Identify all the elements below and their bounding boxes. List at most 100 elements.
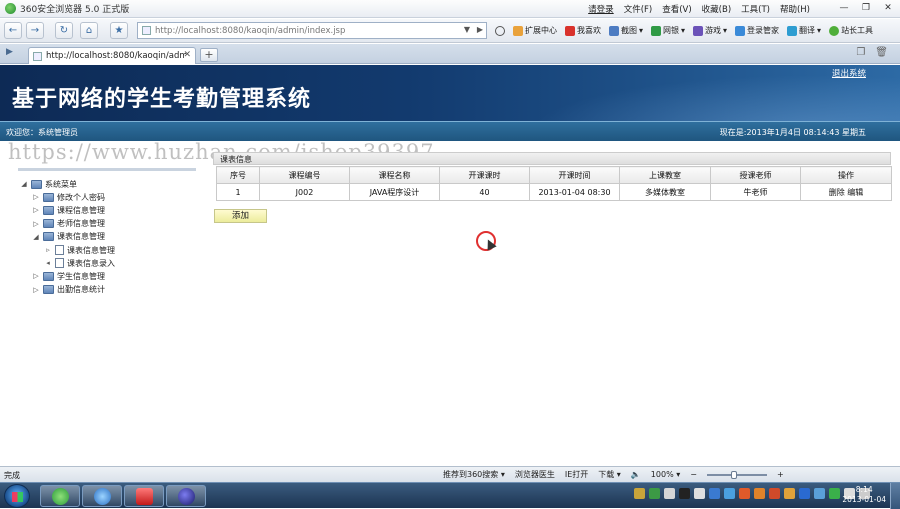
tray-icon[interactable]: [829, 488, 840, 499]
browser-doctor-button[interactable]: 浏览器医生: [515, 469, 555, 480]
download-button[interactable]: 下载 ▾: [598, 469, 621, 480]
speaker-icon[interactable]: 🔈: [631, 470, 641, 479]
column-header: 上课教室: [619, 166, 711, 184]
status-text: 完成: [4, 471, 20, 480]
taskbar-360-browser[interactable]: [40, 485, 80, 507]
minimize-icon[interactable]: —: [836, 2, 852, 14]
start-button[interactable]: [4, 484, 30, 508]
screenshot-button[interactable]: 截图 ▾: [609, 25, 643, 36]
column-header: 序号: [216, 166, 260, 184]
menu-tree-item[interactable]: ◢ 课表信息管理: [32, 231, 105, 243]
folder-icon: [43, 285, 54, 295]
menu-tree-item[interactable]: ▹ 课表信息管理: [44, 244, 115, 256]
tab-admin-index[interactable]: http://localhost:8080/kaoqin/adm... ✕: [28, 47, 196, 64]
status-tools: 推荐到360搜索 ▾ 浏览器医生 IE打开 下载 ▾ 🔈 100% ▾ − +: [443, 469, 784, 480]
like-button[interactable]: 我喜欢: [565, 25, 601, 36]
menu-view[interactable]: 查看(V): [662, 3, 691, 15]
forward-icon[interactable]: →: [26, 22, 44, 39]
translate-button[interactable]: 翻译 ▾: [787, 25, 821, 36]
extension-center-button[interactable]: 扩展中心: [513, 25, 557, 36]
address-bar[interactable]: ▼ ▶: [137, 22, 487, 39]
tree-toggle-icon[interactable]: ◢: [32, 233, 40, 241]
edit-link[interactable]: 编辑: [847, 188, 863, 197]
panel-header: 课表信息: [213, 152, 891, 165]
menu-tree-item[interactable]: ◢ 系统菜单: [20, 178, 77, 190]
logout-link[interactable]: 退出系统: [832, 67, 866, 79]
new-tab-button[interactable]: +: [200, 48, 218, 62]
taskbar-clock[interactable]: 8:14 2013-01-04: [842, 485, 886, 505]
show-desktop-button[interactable]: [890, 483, 900, 509]
tray-icon[interactable]: [799, 488, 810, 499]
tree-toggle-icon[interactable]: ◂: [44, 259, 52, 267]
restore-tab-icon[interactable]: ❐: [856, 47, 865, 58]
login-link[interactable]: 请登录: [588, 3, 614, 15]
tray-icon[interactable]: [649, 488, 660, 499]
panel-title: 课表信息: [220, 155, 252, 164]
tray-icon[interactable]: [784, 488, 795, 499]
column-header: 开课时间: [529, 166, 620, 184]
ebank-button[interactable]: 网银 ▾: [651, 25, 685, 36]
trash-icon[interactable]: 🗑: [875, 47, 888, 58]
recommend-search-button[interactable]: 推荐到360搜索 ▾: [443, 469, 505, 480]
login-manager-button[interactable]: 登录管家: [735, 25, 779, 36]
menu-file[interactable]: 文件(F): [624, 3, 653, 15]
restore-icon[interactable]: ❐: [858, 2, 874, 14]
shield-button[interactable]: [495, 25, 505, 36]
tray-icon[interactable]: [634, 488, 645, 499]
cell-course-code: J002: [259, 183, 350, 201]
info-bar: 欢迎您：系统管理员 现在是:2013年1月4日 08:14:43 星期五: [0, 121, 900, 141]
tray-icon[interactable]: [754, 488, 765, 499]
tray-icon[interactable]: [739, 488, 750, 499]
add-button[interactable]: 添加: [214, 209, 267, 223]
go-icon[interactable]: ▶: [477, 25, 483, 34]
menu-help[interactable]: 帮助(H): [780, 3, 810, 15]
table-header-row: 序号 课程编号 课程名称 开课课时 开课时间 上课教室 授课老师 操作: [216, 166, 892, 184]
page-header: 基于网络的学生考勤管理系统 退出系统: [0, 65, 900, 121]
clock-date: 2013-01-04: [842, 495, 886, 504]
home-icon[interactable]: ⌂: [80, 22, 98, 39]
tray-icon[interactable]: [724, 488, 735, 499]
zoom-in-icon[interactable]: +: [777, 470, 784, 479]
tray-icon[interactable]: [694, 488, 705, 499]
back-icon[interactable]: ←: [4, 22, 22, 39]
tree-toggle-icon[interactable]: ◢: [20, 180, 28, 188]
delete-link[interactable]: 删除: [829, 188, 845, 197]
zoom-level[interactable]: 100% ▾: [651, 470, 680, 479]
menu-tree-item[interactable]: ▷ 课程信息管理: [32, 204, 105, 216]
webmaster-tools-button[interactable]: 站长工具: [829, 25, 873, 36]
menu-tools[interactable]: 工具(T): [741, 3, 770, 15]
zoom-out-icon[interactable]: −: [690, 470, 697, 479]
menu-tree-item[interactable]: ▷ 学生信息管理: [32, 270, 105, 282]
menu-tree-item[interactable]: ▷ 修改个人密码: [32, 191, 105, 203]
open-in-ie-button[interactable]: IE打开: [565, 469, 588, 480]
taskbar-eclipse[interactable]: [166, 485, 206, 507]
tray-icon[interactable]: [679, 488, 690, 499]
close-window-icon[interactable]: ✕: [880, 2, 896, 14]
tray-icon[interactable]: [814, 488, 825, 499]
games-button[interactable]: 游戏 ▾: [693, 25, 727, 36]
menu-tree-item[interactable]: ◂ 课表信息录入: [44, 257, 115, 269]
address-dropdown-icon[interactable]: ▼: [464, 25, 470, 34]
address-input[interactable]: [155, 25, 455, 36]
menu-tree-item[interactable]: ▷ 出勤信息统计: [32, 284, 105, 296]
zoom-slider[interactable]: [706, 470, 767, 479]
taskbar-ie[interactable]: [82, 485, 122, 507]
tree-toggle-icon[interactable]: ▷: [32, 286, 40, 294]
refresh-icon[interactable]: ↻: [55, 22, 73, 39]
tree-toggle-icon[interactable]: ▹: [44, 246, 52, 254]
tree-toggle-icon[interactable]: ▷: [32, 272, 40, 280]
tree-toggle-icon[interactable]: ▷: [32, 206, 40, 214]
favorite-star-icon[interactable]: ★: [110, 22, 128, 39]
tab-close-icon[interactable]: ✕: [183, 50, 191, 60]
tray-icon[interactable]: [664, 488, 675, 499]
menu-favorites[interactable]: 收藏(B): [702, 3, 731, 15]
menu-tree-item[interactable]: ▷ 老师信息管理: [32, 218, 105, 230]
tray-icon[interactable]: [709, 488, 720, 499]
sidebar-toggle-icon[interactable]: ▶: [6, 47, 13, 57]
zoom-slider-handle[interactable]: [730, 470, 737, 479]
tree-toggle-icon[interactable]: ▷: [32, 193, 40, 201]
scissors-icon: [609, 25, 619, 36]
tray-icon[interactable]: [769, 488, 780, 499]
taskbar-recorder[interactable]: [124, 485, 164, 507]
tree-toggle-icon[interactable]: ▷: [32, 220, 40, 228]
